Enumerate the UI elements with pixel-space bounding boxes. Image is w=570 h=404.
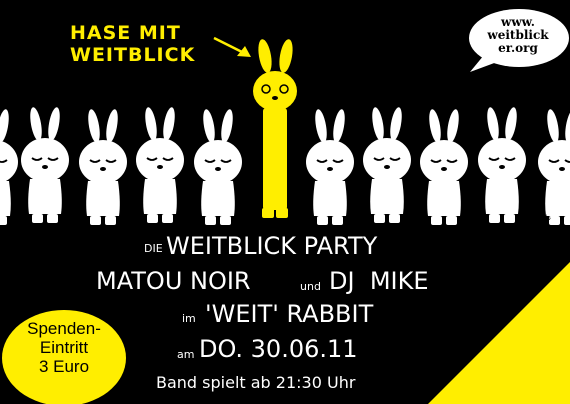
event-im: im	[182, 312, 196, 325]
tall-bunny-icon	[253, 39, 297, 218]
headline-line-1: HASE MIT	[70, 22, 181, 44]
event-die: DIE	[144, 242, 163, 255]
bunny-icon	[0, 107, 19, 226]
event-date: DO. 30.06.11	[199, 335, 358, 363]
event-und: und	[300, 280, 321, 293]
bunny-icon	[193, 107, 243, 226]
party-flyer: HASE MIT WEITBLICK www. weitblick er.org…	[0, 0, 570, 404]
spenden-text: Spenden- Eintritt 3 Euro	[6, 319, 122, 376]
event-venue: 'WEIT' RABBIT	[205, 300, 374, 328]
bunny-icon	[419, 107, 469, 226]
event-band-time: Band spielt ab 21:30 Uhr	[156, 373, 356, 392]
bunny-icon	[477, 105, 527, 224]
website-url: www. weitblick er.org	[476, 16, 560, 55]
event-dj: DJ MIKE	[329, 267, 429, 295]
bunny-icon	[78, 107, 128, 226]
event-party-name: WEITBLICK PARTY	[166, 232, 378, 260]
spenden-line-3: 3 Euro	[38, 357, 90, 376]
arrow-icon	[213, 36, 251, 57]
bunny-icon	[305, 107, 355, 226]
event-main-act: MATOU NOIR	[96, 267, 251, 295]
headline-line-2: WEITBLICK	[70, 44, 196, 66]
event-am: am	[177, 348, 195, 361]
bunny-icon	[135, 105, 185, 224]
headline: HASE MIT WEITBLICK	[70, 22, 195, 66]
spenden-line-1: Spenden-	[27, 319, 101, 338]
bunny-icon	[362, 105, 412, 224]
spenden-line-2: Eintritt	[39, 338, 89, 357]
url-line-3: er.org	[498, 41, 538, 55]
bunny-icon	[20, 105, 70, 224]
